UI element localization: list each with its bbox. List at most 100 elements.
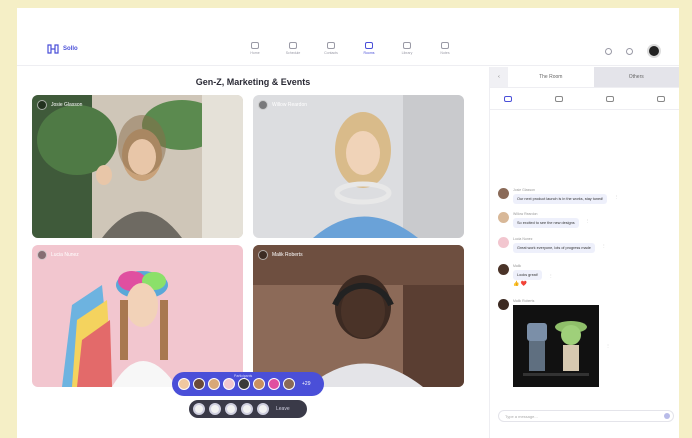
avatar[interactable] (238, 378, 250, 390)
mic-icon[interactable] (37, 100, 47, 110)
tab-the-room[interactable]: The Room (508, 67, 594, 87)
settings-icon[interactable] (626, 47, 633, 55)
mic-icon[interactable] (258, 250, 268, 260)
participant-count: +29 (302, 381, 311, 387)
participant-label: Malik Roberts (258, 250, 303, 260)
message-options-icon[interactable]: ⋮ (586, 218, 590, 223)
nav-item-home[interactable]: Home (245, 42, 265, 55)
message-text: Our next product launch is in the works,… (513, 194, 608, 204)
nav-item-library[interactable]: Library (397, 42, 417, 55)
participant-label: Willow Reardon (258, 100, 307, 110)
back-arrow-icon[interactable]: ‹ (490, 67, 508, 87)
participant-video (253, 245, 464, 387)
tab-others[interactable]: Others (593, 67, 679, 87)
message-input-placeholder: Type a message... (505, 414, 538, 419)
leave-button[interactable]: Leave (276, 406, 290, 412)
chat-message: Malik Roberts ⋮ (498, 299, 610, 392)
avatar (498, 299, 509, 310)
nav-item-notes[interactable]: Notes (435, 42, 455, 55)
avatar[interactable] (193, 378, 205, 390)
send-icon[interactable] (664, 413, 670, 419)
avatar[interactable] (283, 378, 295, 390)
chat-panel: ‹ The Room Others Josie Glasson Our next… (489, 67, 679, 438)
participant-label: Lucia Nunez (37, 250, 79, 260)
grid-icon[interactable] (657, 95, 665, 102)
people-icon[interactable] (606, 95, 614, 102)
panel-tabs: ‹ The Room Others (490, 67, 679, 88)
message-author: Josie Glasson (513, 188, 535, 192)
meeting-title: Gen-Z, Marketing & Events (195, 77, 311, 87)
app-window: Sollo Home Schedule Contacts Rooms Libra… (17, 8, 679, 438)
nav-label: Schedule (285, 51, 301, 55)
logo[interactable]: Sollo (47, 44, 78, 54)
participant-name: Willow Reardon (272, 102, 308, 108)
call-controls: Leave (189, 400, 307, 418)
logo-text: Sollo (63, 46, 78, 52)
message-author: Malik (513, 264, 522, 268)
mic-icon[interactable] (37, 250, 47, 260)
message-options-icon[interactable]: ⋮ (602, 243, 606, 248)
avatar[interactable] (253, 378, 265, 390)
avatar[interactable] (223, 378, 235, 390)
mic-toggle-icon[interactable] (193, 403, 205, 415)
chat-message: Josie Glasson Our next product launch is… (498, 188, 618, 204)
nav-item-schedule[interactable]: Schedule (283, 42, 303, 55)
chat-icon[interactable] (504, 95, 512, 102)
video-tile[interactable]: Malik Roberts (253, 245, 464, 387)
participant-video (32, 95, 243, 238)
message-text: Great work everyone, lots of progress ma… (513, 243, 595, 253)
home-icon (251, 42, 259, 49)
top-bar: Sollo Home Schedule Contacts Rooms Libra… (17, 8, 679, 66)
notification-icon[interactable] (605, 47, 612, 55)
avatar[interactable] (208, 378, 220, 390)
video-tile[interactable]: Josie Glasson (32, 95, 243, 238)
nav-label: Home (250, 51, 260, 55)
contacts-icon (327, 42, 335, 49)
chat-message: Malik Looks great! 👍 ❤️ ⋮ (498, 264, 553, 287)
avatar (498, 188, 509, 199)
chat-message: Willow Reardon So excited to see the new… (498, 212, 590, 228)
participants-bar-label: Participants (234, 374, 253, 378)
logo-icon (47, 44, 59, 54)
message-options-icon[interactable]: ⋮ (606, 343, 610, 348)
message-input[interactable]: Type a message... (498, 410, 674, 422)
participant-name: Lucia Nunez (51, 252, 79, 258)
top-right-actions (605, 44, 661, 58)
avatar (498, 264, 509, 275)
shared-image[interactable] (513, 305, 599, 387)
reactions[interactable]: 👍 ❤️ (513, 281, 542, 287)
files-icon[interactable] (555, 95, 563, 102)
avatar[interactable] (178, 378, 190, 390)
camera-toggle-icon[interactable] (209, 403, 221, 415)
avatar (498, 212, 509, 223)
nav-label: Rooms (363, 51, 375, 55)
nav-label: Notes (440, 51, 450, 55)
nav-item-contacts[interactable]: Contacts (321, 42, 341, 55)
nav-item-rooms[interactable]: Rooms (359, 42, 379, 55)
reactions-icon[interactable] (241, 403, 253, 415)
main-nav: Home Schedule Contacts Rooms Library Not… (245, 42, 455, 55)
calendar-icon (289, 42, 297, 49)
participant-name: Malik Roberts (272, 252, 303, 258)
participant-video (253, 95, 464, 238)
chat-message: Lucia Nunez Great work everyone, lots of… (498, 237, 606, 253)
participant-label: Josie Glasson (37, 100, 82, 110)
video-tile[interactable]: Willow Reardon (253, 95, 464, 238)
participants-bar[interactable]: Participants +29 (172, 372, 324, 396)
nav-label: Contacts (324, 51, 338, 55)
notes-icon (441, 42, 449, 49)
screen-share-icon[interactable] (225, 403, 237, 415)
avatar[interactable] (268, 378, 280, 390)
message-author: Willow Reardon (513, 212, 538, 216)
mic-icon[interactable] (258, 100, 268, 110)
message-options-icon[interactable]: ⋮ (549, 273, 553, 278)
message-options-icon[interactable]: ⋮ (614, 194, 618, 199)
message-text: So excited to see the new designs (513, 218, 579, 228)
video-tile[interactable]: Lucia Nunez (32, 245, 243, 387)
user-avatar[interactable] (647, 44, 661, 58)
video-icon (365, 42, 373, 49)
message-author: Malik Roberts (513, 299, 535, 303)
participant-video (32, 245, 243, 387)
more-options-icon[interactable] (257, 403, 269, 415)
message-text: Looks great! (513, 270, 542, 280)
